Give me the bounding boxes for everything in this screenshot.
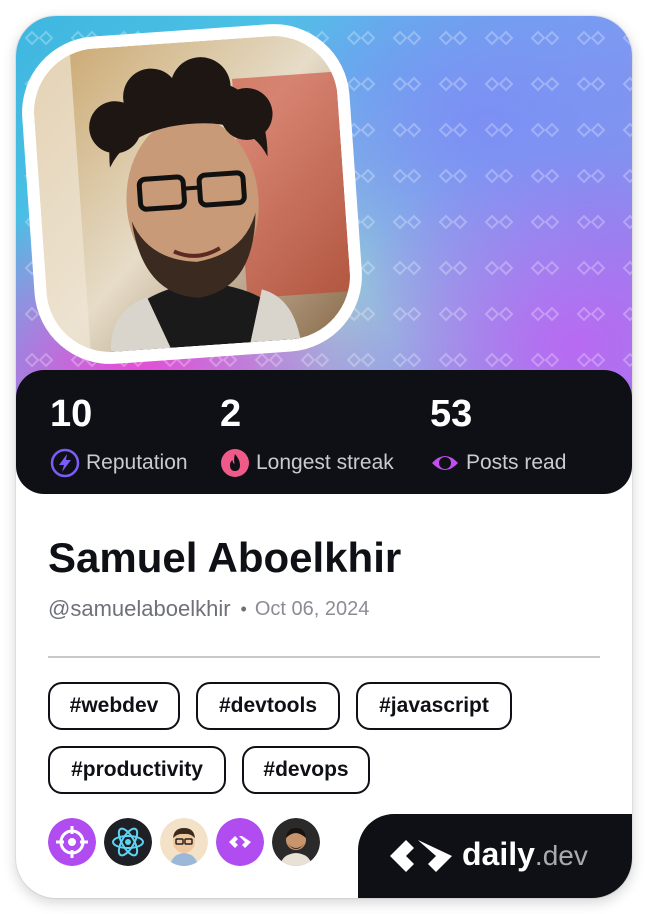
profile-photo-icon [29, 31, 355, 357]
tag-javascript[interactable]: #javascript [356, 682, 512, 730]
stats-bar: 10 Reputation 2 Longest streak 53 Posts … [16, 370, 632, 494]
cover-background [16, 16, 632, 416]
squad-daily-dev[interactable] [216, 818, 264, 866]
crosshair-icon [48, 818, 96, 866]
stat-value: 53 [430, 393, 473, 435]
brand-wordmark: daily.dev [462, 834, 588, 881]
daily-dev-logo-icon [390, 840, 452, 872]
stat-value: 10 [50, 393, 93, 435]
stat-posts-read: 53 Posts read [430, 392, 566, 478]
meta-separator: • [240, 599, 247, 619]
memoji-avatar-icon [160, 818, 208, 866]
profile-meta: @samuelaboelkhir • Oct 06, 2024 [48, 594, 369, 624]
avatar [29, 31, 355, 357]
divider [48, 656, 600, 658]
stat-value: 2 [220, 393, 242, 435]
squad-crosshair[interactable] [48, 818, 96, 866]
flame-icon [221, 449, 249, 477]
stat-reputation: 10 Reputation [50, 392, 188, 478]
lightning-icon [50, 448, 80, 478]
brand-suffix: .dev [534, 840, 588, 871]
tag-webdev[interactable]: #webdev [48, 682, 180, 730]
devcard: 10 Reputation 2 Longest streak 53 Posts … [16, 16, 632, 898]
member-avatar-icon [272, 818, 320, 866]
stat-longest-streak: 2 Longest streak [220, 392, 394, 478]
daily-dev-logo-icon [216, 818, 264, 866]
tag-devops[interactable]: #devops [242, 746, 370, 794]
stat-label: Longest streak [256, 451, 394, 474]
stat-label: Reputation [86, 451, 188, 474]
stat-label: Posts read [466, 451, 567, 474]
squad-member[interactable] [272, 818, 320, 866]
joined-date: Oct 06, 2024 [254, 598, 370, 620]
eye-ring-icon [432, 456, 458, 470]
squad-memoji[interactable] [160, 818, 208, 866]
avatar-frame [16, 18, 368, 370]
brand-footer: daily.dev [358, 814, 632, 898]
squad-react[interactable] [104, 818, 152, 866]
tag-devtools[interactable]: #devtools [196, 682, 340, 730]
brand-name: daily [462, 836, 535, 872]
tag-productivity[interactable]: #productivity [48, 746, 226, 794]
react-atom-icon [104, 818, 152, 866]
profile-name: Samuel Aboelkhir [48, 534, 402, 581]
profile-handle: @samuelaboelkhir [48, 596, 231, 621]
